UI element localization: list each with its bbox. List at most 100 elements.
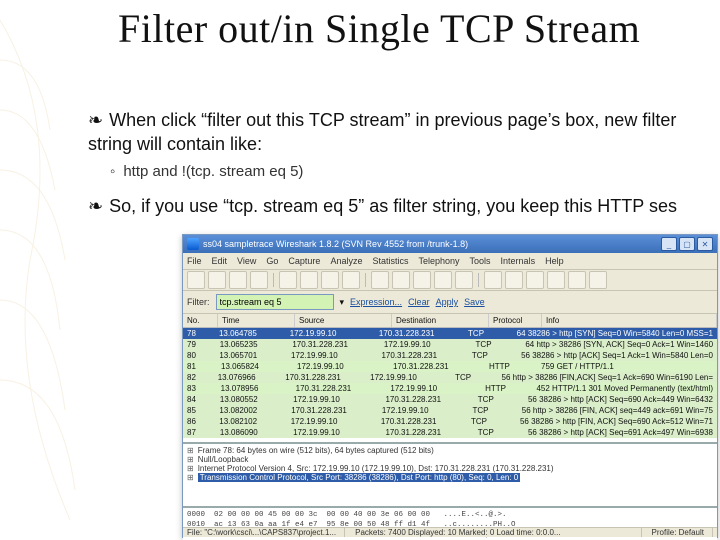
toolbar-button[interactable] [392,271,410,289]
detail-line[interactable]: Transmission Control Protocol, Src Port:… [187,473,713,482]
filter-bar: Filter: ▾ Expression... Clear Apply Save [183,291,717,314]
detail-line[interactable]: Frame 78: 64 bytes on wire (512 bits), 6… [187,446,713,455]
cell-info: 56 38286 > http [ACK] Seq=690 Ack=449 Wi… [524,394,717,405]
toolbar-button[interactable] [187,271,205,289]
toolbar-button[interactable] [250,271,268,289]
toolbar-button[interactable] [484,271,502,289]
cell-src: 170.31.228.231 [287,405,378,416]
menu-telephony[interactable]: Telephony [418,256,459,266]
toolbar [183,270,717,291]
packet-list-header: No. Time Source Destination Protocol Inf… [183,314,717,328]
toolbar-button[interactable] [568,271,586,289]
cell-src: 170.31.228.231 [292,383,387,394]
status-profile: Profile: Default [652,528,713,537]
menu-analyze[interactable]: Analyze [330,256,362,266]
col-time[interactable]: Time [218,314,295,327]
col-proto[interactable]: Protocol [489,314,542,327]
menu-bar: File Edit View Go Capture Analyze Statis… [183,253,717,270]
packet-row[interactable]: 8613.082102172.19.99.10170.31.228.231TCP… [183,416,717,427]
window-titlebar[interactable]: ss04 sampletrace Wireshark 1.8.2 (SVN Re… [183,235,717,253]
cell-info: 56 http > 38286 [FIN, ACK] seq=449 ack=6… [518,405,717,416]
cell-dst: 172.19.99.10 [386,383,481,394]
toolbar-button[interactable] [434,271,452,289]
toolbar-button[interactable] [229,271,247,289]
close-button[interactable]: ✕ [697,237,713,251]
separator [273,273,274,287]
col-src[interactable]: Source [295,314,392,327]
packet-row[interactable]: 8113.065824172.19.99.10170.31.228.231HTT… [183,361,717,372]
menu-internals[interactable]: Internals [501,256,536,266]
menu-file[interactable]: File [187,256,202,266]
cell-time: 13.086090 [216,427,289,438]
packet-row[interactable]: 8213.076966170.31.228.231172.19.99.10TCP… [183,372,717,383]
cell-info: 56 38286 > http [FIN, ACK] Seq=690 Ack=5… [516,416,717,427]
menu-edit[interactable]: Edit [212,256,228,266]
packet-row[interactable]: 8413.080552172.19.99.10170.31.228.231TCP… [183,394,717,405]
packet-row[interactable]: 8513.082002170.31.228.231172.19.99.10TCP… [183,405,717,416]
cell-time: 13.082002 [215,405,287,416]
menu-statistics[interactable]: Statistics [372,256,408,266]
toolbar-button[interactable] [526,271,544,289]
filter-input[interactable] [216,294,334,310]
wireshark-window: ss04 sampletrace Wireshark 1.8.2 (SVN Re… [182,234,718,538]
cell-src: 172.19.99.10 [289,427,381,438]
col-dst[interactable]: Destination [392,314,489,327]
cell-proto: TCP [467,416,516,427]
bullet-1: When click “filter out this TCP stream” … [88,108,708,156]
cell-time: 13.065824 [217,361,293,372]
cell-info: 452 HTTP/1.1 301 Moved Permanently (text… [532,383,717,394]
bullet-2: So, if you use “tcp. stream eq 5” as fil… [88,194,708,218]
apply-link[interactable]: Apply [436,297,459,307]
clear-link[interactable]: Clear [408,297,430,307]
menu-capture[interactable]: Capture [288,256,320,266]
packet-row[interactable]: 8013.065701172.19.99.10170.31.228.231TCP… [183,350,717,361]
packet-row[interactable]: 7913.065235170.31.228.231172.19.99.10TCP… [183,339,717,350]
minimize-button[interactable]: _ [661,237,677,251]
col-info[interactable]: Info [542,314,717,327]
toolbar-button[interactable] [342,271,360,289]
cell-proto: TCP [464,328,513,339]
toolbar-button[interactable] [547,271,565,289]
cell-dst: 170.31.228.231 [381,394,473,405]
maximize-button[interactable]: ▢ [679,237,695,251]
packet-row[interactable]: 7813.064785172.19.99.10170.31.228.231TCP… [183,328,717,339]
col-num[interactable]: No. [183,314,218,327]
toolbar-button[interactable] [455,271,473,289]
menu-help[interactable]: Help [545,256,564,266]
packet-row[interactable]: 8313.078956170.31.228.231172.19.99.10HTT… [183,383,717,394]
packet-detail-pane[interactable]: Frame 78: 64 bytes on wire (512 bits), 6… [183,444,717,508]
cell-num: 86 [183,416,215,427]
toolbar-button[interactable] [321,271,339,289]
packet-row[interactable]: 8713.086090172.19.99.10170.31.228.231TCP… [183,427,717,438]
detail-line[interactable]: Internet Protocol Version 4, Src: 172.19… [187,464,713,473]
cell-info: 56 38286 > http [ACK] Seq=691 Ack=497 Wi… [524,427,717,438]
menu-view[interactable]: View [237,256,256,266]
cell-time: 13.064785 [215,328,286,339]
cell-src: 170.31.228.231 [281,372,366,383]
status-packets: Packets: 7400 Displayed: 10 Marked: 0 Lo… [355,528,641,537]
detail-line[interactable]: Null/Loopback [187,455,713,464]
cell-num: 78 [183,328,215,339]
status-bar: File: "C:\work\csci\...\CAPS837\project.… [183,527,717,537]
menu-tools[interactable]: Tools [470,256,491,266]
toolbar-button[interactable] [505,271,523,289]
cell-proto: TCP [474,394,524,405]
cell-src: 172.19.99.10 [287,416,377,427]
toolbar-button[interactable] [413,271,431,289]
decorative-leaf-graphic [0,0,140,540]
toolbar-button[interactable] [208,271,226,289]
toolbar-button[interactable] [371,271,389,289]
toolbar-button[interactable] [300,271,318,289]
toolbar-button[interactable] [279,271,297,289]
save-link[interactable]: Save [464,297,485,307]
cell-proto: TCP [468,350,517,361]
cell-proto: TCP [474,427,524,438]
cell-dst: 170.31.228.231 [389,361,485,372]
cell-time: 13.080552 [216,394,289,405]
menu-go[interactable]: Go [266,256,278,266]
expression-link[interactable]: Expression... [350,297,402,307]
toolbar-button[interactable] [589,271,607,289]
cell-info: 56 38286 > http [ACK] Seq=1 Ack=1 Win=58… [517,350,717,361]
cell-time: 13.082102 [215,416,286,427]
filter-dropdown-icon[interactable]: ▾ [340,297,345,308]
